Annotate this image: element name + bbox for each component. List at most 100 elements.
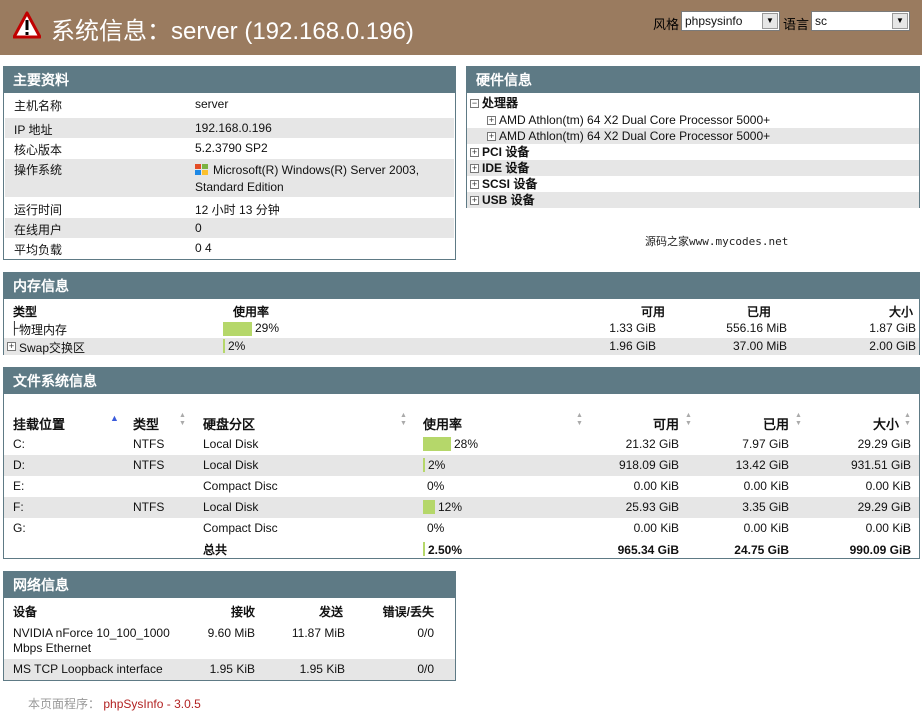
filesystem-row: D: NTFS Local Disk 2% 918.09 GiB 13.42 G… <box>4 455 919 476</box>
filesystem-row: C: NTFS Local Disk 28% 21.32 GiB 7.97 Gi… <box>4 434 919 455</box>
tree-scsi[interactable]: + SCSI 设备 <box>467 176 919 192</box>
language-select[interactable]: sc ▼ <box>811 11 910 31</box>
sort-icon[interactable]: ▲ ▼ <box>904 412 911 428</box>
memory-size: 1.87 GiB <box>869 321 916 335</box>
expand-icon[interactable]: + <box>7 342 16 351</box>
sort-type[interactable]: 类型 <box>133 414 159 433</box>
fs-total-usage-bar <box>423 542 425 556</box>
sort-icon[interactable]: ▲ ▼ <box>400 412 407 428</box>
fs-mount: C: <box>13 437 25 451</box>
fs-usage-bar <box>423 458 425 472</box>
language-select-value: sc <box>815 14 827 28</box>
footer-link[interactable]: phpSysInfo - 3.0.5 <box>103 697 200 711</box>
fs-type: NTFS <box>133 500 165 514</box>
tree-label: SCSI 设备 <box>482 177 538 191</box>
hardware-panel: 硬件信息 − 处理器 + AMD Athlon(tm) 64 X2 Dual Cor… <box>466 66 920 208</box>
vitals-value: 0 <box>195 221 202 235</box>
memory-usage-bar <box>223 339 225 353</box>
filesystem-row: G: Compact Disc 0% 0.00 KiB 0.00 KiB 0.0… <box>4 518 919 539</box>
tree-pci[interactable]: + PCI 设备 <box>467 144 919 160</box>
fs-partition: Local Disk <box>203 458 259 472</box>
network-title: 网络信息 <box>4 572 455 598</box>
tree-usb[interactable]: + USB 设备 <box>467 192 919 208</box>
memory-used: 37.00 MiB <box>732 339 787 353</box>
vitals-row-kernel: 核心版本 5.2.3790 SP2 <box>5 139 454 159</box>
net-tx: 11.87 MiB <box>291 626 345 640</box>
vitals-label: 主机名称 <box>14 99 63 113</box>
vitals-row-os: 操作系统 Microsoft(R) Windows(R) Server 2003… <box>5 159 454 197</box>
vitals-title: 主要资料 <box>4 67 455 93</box>
sort-icon[interactable]: ▲ ▼ <box>576 412 583 428</box>
fs-type: NTFS <box>133 437 165 451</box>
fs-total-used: 24.75 GiB <box>734 543 789 557</box>
vitals-row-load: 平均负载 0 4 <box>5 238 454 258</box>
fs-percent: 0% <box>427 479 445 493</box>
network-row: MS TCP Loopback interface 1.95 KiB 1.95 … <box>4 659 455 680</box>
hardware-title: 硬件信息 <box>467 67 919 93</box>
style-select[interactable]: phpsysinfo ▼ <box>681 11 780 31</box>
expand-icon[interactable]: + <box>470 148 479 158</box>
memory-percent: 29% <box>255 321 280 335</box>
filesystem-total-row: 总共 2.50% 965.34 GiB 24.75 GiB 990.09 GiB <box>4 539 919 559</box>
fs-usage-bar <box>423 500 435 514</box>
fs-total-label: 总共 <box>203 543 228 557</box>
memory-title: 内存信息 <box>4 273 919 299</box>
fs-percent: 12% <box>438 500 463 514</box>
tree-cpu-0[interactable]: + AMD Athlon(tm) 64 X2 Dual Core Processo… <box>467 112 919 128</box>
memory-header-row: 类型 使用率 可用 已用 大小 <box>4 303 919 319</box>
memory-row: ├ 物理内存 29% 1.33 GiB 556.16 MiB 1.87 GiB <box>4 321 919 338</box>
vitals-panel: 主要资料 主机名称 server IP 地址 192.168.0.196 核心版… <box>3 66 456 260</box>
expand-icon[interactable]: + <box>487 132 496 142</box>
footer: 本页面程序： phpSysInfo - 3.0.5 <box>28 695 201 711</box>
sort-icon[interactable]: ▲ ▼ <box>685 412 692 428</box>
tree-cpu-1[interactable]: + AMD Athlon(tm) 64 X2 Dual Core Processo… <box>467 128 919 144</box>
fs-mount: G: <box>13 521 26 535</box>
fs-free: 0.00 KiB <box>633 479 679 493</box>
vitals-value: Microsoft(R) Windows(R) Server 2003, <box>213 163 420 177</box>
expand-icon[interactable]: + <box>470 164 479 174</box>
sort-usage[interactable]: 使用率 <box>423 414 462 433</box>
memory-type: 物理内存 <box>19 323 68 337</box>
tree-processor[interactable]: − 处理器 <box>467 95 919 111</box>
sort-used[interactable]: 已用 <box>763 414 789 433</box>
fs-size: 29.29 GiB <box>857 500 911 514</box>
language-label: 语言 <box>783 17 810 32</box>
sort-icon[interactable]: ▲ ▼ <box>795 412 802 428</box>
expand-icon[interactable]: + <box>487 116 496 126</box>
sort-asc-icon[interactable]: ▲ <box>110 413 119 423</box>
expand-icon[interactable]: + <box>470 180 479 190</box>
vitals-value: 12 小时 13 分钟 <box>195 203 280 217</box>
sort-icon[interactable]: ▲ ▼ <box>179 412 186 428</box>
memory-usage-bar <box>223 322 252 336</box>
memory-row: + Swap交换区 2% 1.96 GiB 37.00 MiB 2.00 GiB <box>4 338 919 355</box>
network-panel: 网络信息 设备 接收 发送 错误/丢失 NVIDIA nForce 10_100… <box>3 571 456 681</box>
sort-partition[interactable]: 硬盘分区 <box>203 414 255 433</box>
vitals-label: 操作系统 <box>14 163 63 177</box>
fs-percent: 28% <box>454 437 479 451</box>
net-rx: 9.60 MiB <box>207 626 255 640</box>
memory-panel: 内存信息 类型 使用率 可用 已用 大小 ├ 物理内存 29% 1.33 GiB… <box>3 272 920 355</box>
memory-free: 1.96 GiB <box>609 339 656 353</box>
vitals-value: 192.168.0.196 <box>195 121 272 135</box>
fs-type: NTFS <box>133 458 165 472</box>
col-usage: 使用率 <box>233 305 270 319</box>
vitals-label: IP 地址 <box>14 123 53 137</box>
watermark: 源码之家www.mycodes.net <box>645 235 789 248</box>
net-err: 0/0 <box>417 662 434 676</box>
fs-mount: F: <box>13 500 24 514</box>
sort-free[interactable]: 可用 <box>653 414 679 433</box>
expand-icon[interactable]: + <box>470 196 479 206</box>
tree-ide[interactable]: + IDE 设备 <box>467 160 919 176</box>
page-header: 系统信息：server (192.168.0.196) 风格 phpsysinf… <box>0 0 922 55</box>
fs-used: 7.97 GiB <box>742 437 789 451</box>
fs-used: 13.42 GiB <box>735 458 789 472</box>
fs-used: 0.00 KiB <box>743 521 789 535</box>
collapse-icon[interactable]: − <box>470 99 479 109</box>
col-type: 类型 <box>13 305 38 319</box>
sort-mount[interactable]: 挂载位置 <box>13 414 65 433</box>
sort-size[interactable]: 大小 <box>873 414 899 433</box>
memory-free: 1.33 GiB <box>609 321 656 335</box>
warning-icon <box>13 11 41 39</box>
vitals-row-hostname: 主机名称 server <box>5 97 454 117</box>
col-free: 可用 <box>640 305 665 319</box>
